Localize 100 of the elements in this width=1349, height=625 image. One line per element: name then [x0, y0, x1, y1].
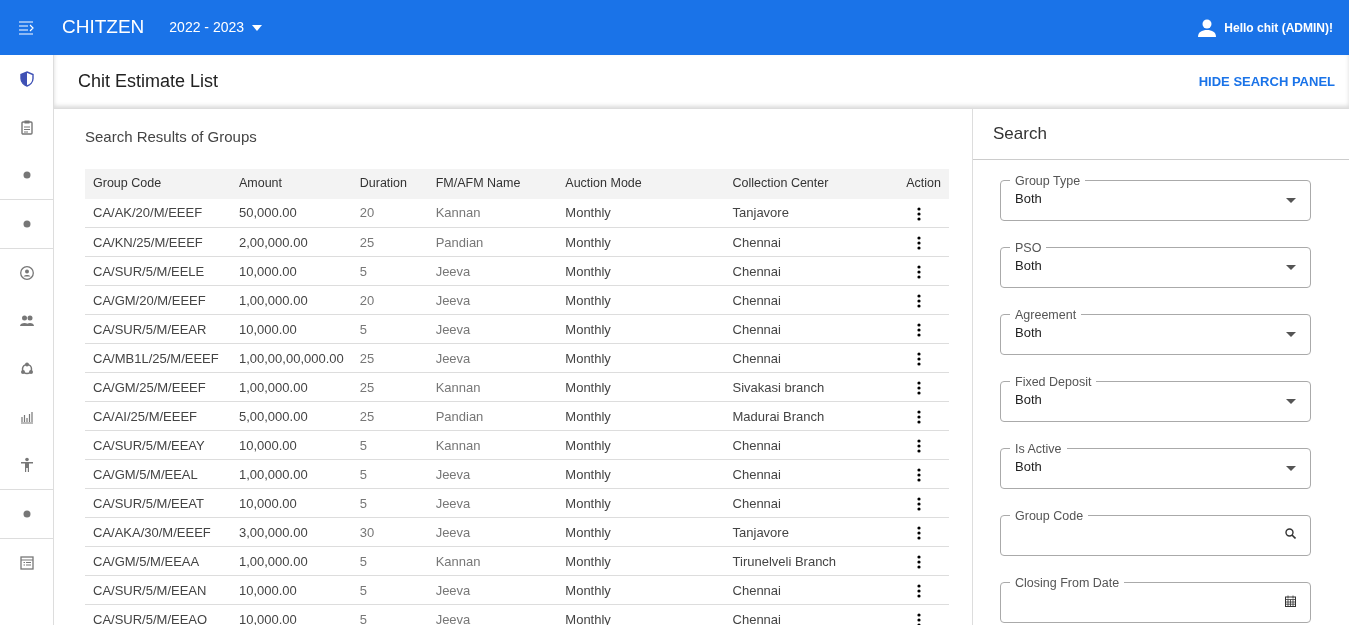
table-cell: Jeeva — [427, 575, 558, 605]
table-cell: Kannan — [427, 372, 558, 402]
table-cell: Monthly — [557, 488, 725, 518]
table-cell: Monthly — [557, 314, 725, 344]
column-header: Group Code — [85, 168, 231, 199]
table-cell: Monthly — [557, 227, 725, 257]
table-cell: 5 — [351, 488, 428, 518]
table-cell: Jeeva — [427, 488, 558, 518]
more-vertical-icon[interactable] — [917, 352, 921, 367]
table-cell: CA/SUR/5/M/EEAN — [85, 575, 231, 605]
more-vertical-icon[interactable] — [917, 294, 921, 309]
field-label: Fixed Deposit — [1014, 373, 1093, 390]
table-cell: CA/GM/5/M/EEAL — [85, 459, 231, 489]
table-cell: 1,00,00,00,000.00 — [230, 343, 352, 373]
table-cell: 5 — [351, 604, 428, 625]
table-cell: 5 — [351, 459, 428, 489]
table-cell: 25 — [351, 343, 428, 373]
field-label: PSO — [1014, 239, 1043, 256]
table-cell: 25 — [351, 401, 428, 431]
more-vertical-icon[interactable] — [917, 526, 921, 541]
table-cell: Chennai — [724, 256, 885, 286]
clipboard-icon[interactable] — [18, 118, 35, 136]
table-cell: Tanjavore — [724, 517, 885, 547]
section-title: Search Results of Groups — [85, 127, 258, 148]
calendar-icon[interactable] — [1285, 594, 1296, 607]
table-cell: 5 — [351, 314, 428, 344]
table-cell: Monthly — [557, 343, 725, 373]
column-header: Collection Center — [724, 168, 885, 199]
column-header: Amount — [230, 168, 352, 199]
table-cell: CA/KN/25/M/EEEF — [85, 227, 231, 257]
table-cell: Kannan — [427, 198, 558, 228]
column-header: FM/AFM Name — [427, 168, 558, 199]
table-cell: 10,000.00 — [230, 575, 352, 605]
table-cell: CA/SUR/5/M/EEAO — [85, 604, 231, 625]
table-cell: CA/SUR/5/M/EELE — [85, 256, 231, 286]
table-cell: CA/GM/25/M/EEEF — [85, 372, 231, 402]
table-cell: 20 — [351, 285, 428, 315]
table-cell: 1,00,000.00 — [230, 372, 352, 402]
table-cell: Monthly — [557, 430, 725, 460]
table-cell: CA/GM/20/M/EEEF — [85, 285, 231, 315]
more-vertical-icon[interactable] — [917, 468, 921, 483]
more-vertical-icon[interactable] — [917, 206, 921, 221]
table-cell: Tirunelveli Branch — [724, 546, 885, 576]
window-list-icon[interactable] — [18, 554, 35, 572]
column-header: Duration — [351, 168, 428, 199]
table-cell: Monthly — [557, 459, 725, 489]
table-cell: Sivakasi branch — [724, 372, 885, 402]
caret-icon — [1286, 332, 1296, 337]
caret-icon — [1286, 399, 1296, 404]
dot-icon[interactable] — [22, 171, 31, 179]
dot-icon[interactable] — [22, 510, 31, 518]
caret-icon — [252, 24, 263, 31]
more-vertical-icon[interactable] — [917, 410, 921, 425]
more-vertical-icon[interactable] — [917, 439, 921, 454]
page-title: Chit Estimate List — [78, 70, 219, 93]
year-dropdown[interactable]: 2022 - 2023 — [168, 16, 264, 39]
table-cell: Pandian — [427, 401, 558, 431]
table-cell: Chennai — [724, 488, 885, 518]
table-cell: Monthly — [557, 517, 725, 547]
dot-icon[interactable] — [22, 220, 31, 228]
shield-icon[interactable] — [18, 70, 35, 88]
more-vertical-icon[interactable] — [917, 584, 921, 599]
more-vertical-icon[interactable] — [917, 265, 921, 280]
table-cell: 5 — [351, 430, 428, 460]
field-label: Agreement — [1014, 306, 1078, 323]
more-vertical-icon[interactable] — [917, 381, 921, 396]
table-cell: 5,00,000.00 — [230, 401, 352, 431]
table-cell: CA/SUR/5/M/EEAY — [85, 430, 231, 460]
field-label: Closing From Date — [1014, 574, 1121, 591]
table-cell: 50,000.00 — [230, 198, 352, 228]
table-cell: 1,00,000.00 — [230, 285, 352, 315]
more-vertical-icon[interactable] — [917, 497, 921, 512]
person-standing-icon[interactable] — [18, 456, 35, 474]
table-cell: Monthly — [557, 198, 725, 228]
table-cell: Jeeva — [427, 459, 558, 489]
table-cell: CA/SUR/5/M/EEAR — [85, 314, 231, 344]
account-circle-icon[interactable] — [18, 264, 35, 282]
table-cell: Monthly — [557, 575, 725, 605]
table-cell: Kannan — [427, 546, 558, 576]
more-vertical-icon[interactable] — [917, 323, 921, 338]
table-cell: 30 — [351, 517, 428, 547]
table-cell: Jeeva — [427, 285, 558, 315]
more-vertical-icon[interactable] — [917, 555, 921, 570]
table-cell: 5 — [351, 575, 428, 605]
table-cell: Jeeva — [427, 256, 558, 286]
more-vertical-icon[interactable] — [917, 236, 921, 251]
table-cell: 2,00,000.00 — [230, 227, 352, 257]
table-cell: 20 — [351, 198, 428, 228]
panel-title: Search — [973, 109, 1349, 160]
table-cell: CA/AKA/30/M/EEEF — [85, 517, 231, 547]
table-cell: 25 — [351, 372, 428, 402]
table-cell: Monthly — [557, 285, 725, 315]
hide-search-panel-link[interactable]: HIDE SEARCH PANEL — [1192, 70, 1341, 93]
table-cell: Chennai — [724, 430, 885, 460]
user-icon[interactable] — [1198, 18, 1217, 37]
search-icon[interactable] — [1285, 528, 1296, 540]
table-cell: Madurai Branch — [724, 401, 885, 431]
more-vertical-icon[interactable] — [917, 613, 921, 625]
table-cell: 3,00,000.00 — [230, 517, 352, 547]
caret-icon — [1286, 198, 1296, 203]
